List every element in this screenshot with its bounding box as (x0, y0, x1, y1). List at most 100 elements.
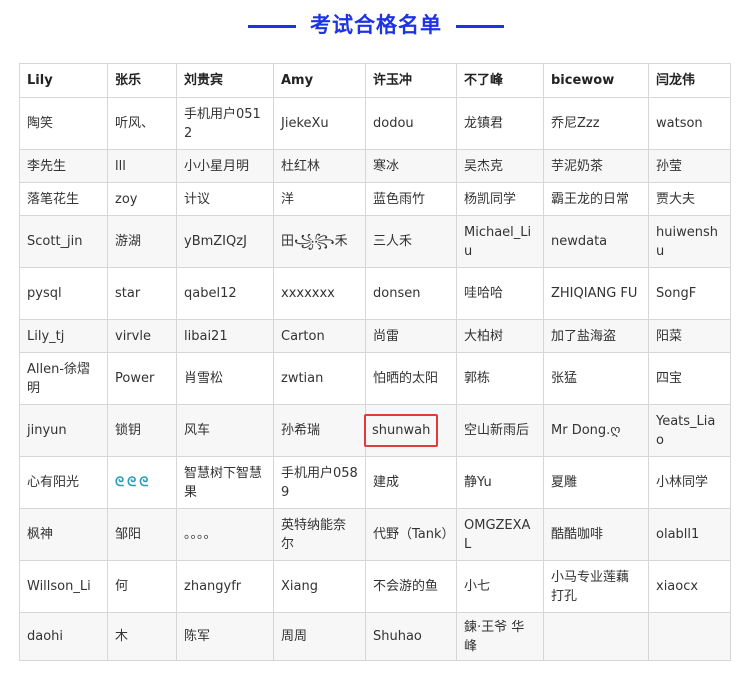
table-cell: 酷酷咖啡 (543, 508, 649, 561)
table-cell (648, 612, 731, 661)
table-cell: 游湖 (107, 215, 177, 268)
table-row: 枫神 邹阳 。。。。 英特纳能奈尔 代野（Tank） OMGZEXAL 酷酷咖啡… (19, 508, 731, 561)
table-cell: lll (107, 149, 177, 183)
table-cell: 怕晒的太阳 (365, 352, 457, 405)
table-cell: zhangyfr (176, 560, 274, 613)
table-cell: 陈军 (176, 612, 274, 661)
table-cell: 不会游的鱼 (365, 560, 457, 613)
table-cell: dodou (365, 97, 457, 150)
table-cell: 小马专业莲藕打孔 (543, 560, 649, 613)
table-cell: 代野（Tank） (365, 508, 457, 561)
table-cell: 芋泥奶茶 (543, 149, 649, 183)
table-cell: Power (107, 352, 177, 405)
table-cell: huiwenshu (648, 215, 731, 268)
table-cell: jinyun (19, 404, 108, 457)
table-cell: 邹阳 (107, 508, 177, 561)
table-cell: Lily_tj (19, 319, 108, 353)
table-cell: 田꧁꧂禾 (273, 215, 366, 268)
table-cell: Mr Dong.ღ (543, 404, 649, 457)
table-cell: 英特纳能奈尔 (273, 508, 366, 561)
table-cell: 心有阳光 (19, 456, 108, 509)
table-cell: xiaocx (648, 560, 731, 613)
table-row: 李先生 lll 小小星月明 杜红林 寒冰 吴杰克 芋泥奶茶 孙莹 (19, 149, 731, 183)
header-cell: 不了峰 (456, 63, 544, 98)
table-row: Lily_tj virvle libai21 Carton 尚雷 大柏树 加了盐… (19, 319, 731, 353)
table-cell: 龙镇君 (456, 97, 544, 150)
title-left-rule (247, 24, 296, 28)
page-title: 考试合格名单 (0, 9, 752, 39)
table-cell: SongF (648, 267, 731, 320)
header-cell: bicewow (543, 63, 649, 98)
table-cell: 锁钥 (107, 404, 177, 457)
table-cell: 大柏树 (456, 319, 544, 353)
header-cell: Lily (19, 63, 108, 98)
table-cell: Carton (273, 319, 366, 353)
table-cell: Yeats_Liao (648, 404, 731, 457)
header-row: Lily 张乐 刘贵宾 Amy 许玉冲 不了峰 bicewow 闫龙伟 (19, 63, 731, 98)
emoji-cell: ᘓᘓᘓ (107, 456, 177, 509)
table-cell: JiekeXu (273, 97, 366, 150)
table-cell: 小林同学 (648, 456, 731, 509)
table-cell (543, 612, 649, 661)
table-row: pysql star qabel12 xxxxxxx donsen 哇哈哈 ZH… (19, 267, 731, 320)
table-cell: 小七 (456, 560, 544, 613)
table-cell: 蓝色雨竹 (365, 182, 457, 216)
title-right-rule (456, 24, 505, 28)
table-cell: 夏雕 (543, 456, 649, 509)
table-cell: 落笔花生 (19, 182, 108, 216)
table-row: 落笔花生 zoy 计议 洋 蓝色雨竹 杨凯同学 霸王龙的日常 贾大夫 (19, 182, 731, 216)
table-cell: 孙莹 (648, 149, 731, 183)
table-cell: 郭栋 (456, 352, 544, 405)
table-cell: star (107, 267, 177, 320)
table-cell: yBmZIQzJ (176, 215, 274, 268)
table-cell: 听风、 (107, 97, 177, 150)
table-cell: Michael_Liu (456, 215, 544, 268)
table-cell: xxxxxxx (273, 267, 366, 320)
table-cell: 霸王龙的日常 (543, 182, 649, 216)
table-cell: Shuhao (365, 612, 457, 661)
table-cell: daohi (19, 612, 108, 661)
table-row: jinyun 锁钥 风车 孙希瑞 shunwah 空山新雨后 Mr Dong.ღ… (19, 404, 731, 457)
table-cell: 建成 (365, 456, 457, 509)
table-cell: 手机用户0589 (273, 456, 366, 509)
table-row: Scott_jin 游湖 yBmZIQzJ 田꧁꧂禾 三人禾 Michael_L… (19, 215, 731, 268)
header-cell: 刘贵宾 (176, 63, 274, 98)
table-cell: 哇哈哈 (456, 267, 544, 320)
highlighted-cell: shunwah (364, 404, 457, 457)
table-cell: Willson_Li (19, 560, 108, 613)
table-cell: 杨凯同学 (456, 182, 544, 216)
table-row: Allen-徐熠明 Power 肖雪松 zwtian 怕晒的太阳 郭栋 张猛 四… (19, 352, 731, 405)
table-row: 陶笑 听风、 手机用户0512 JiekeXu dodou 龙镇君 乔尼Zzz … (19, 97, 731, 150)
table-cell: 寒冰 (365, 149, 457, 183)
table-cell: 计议 (176, 182, 274, 216)
pass-list-table: Lily 张乐 刘贵宾 Amy 许玉冲 不了峰 bicewow 闫龙伟 陶笑 听… (19, 63, 731, 661)
table-cell: 阳菜 (648, 319, 731, 353)
table-cell: ZHIQIANG FU (543, 267, 649, 320)
table-cell: 小小星月明 (176, 149, 274, 183)
table-cell: 鍊·王爷 华峰 (456, 612, 544, 661)
table-cell: 陶笑 (19, 97, 108, 150)
table-cell: pysql (19, 267, 108, 320)
table-cell: 四宝 (648, 352, 731, 405)
table-cell: zoy (107, 182, 177, 216)
table-cell: qabel12 (176, 267, 274, 320)
table-cell: donsen (365, 267, 457, 320)
table-cell: watson (648, 97, 731, 150)
table-cell: olabll1 (648, 508, 731, 561)
table-cell: zwtian (273, 352, 366, 405)
table-cell: 李先生 (19, 149, 108, 183)
table-cell: Allen-徐熠明 (19, 352, 108, 405)
table-cell: 枫神 (19, 508, 108, 561)
table-cell: newdata (543, 215, 649, 268)
table-cell: 吴杰克 (456, 149, 544, 183)
header-cell: Amy (273, 63, 366, 98)
table-cell: 杜红林 (273, 149, 366, 183)
table-cell: 三人禾 (365, 215, 457, 268)
table-cell: 静Yu (456, 456, 544, 509)
table-row: Willson_Li 何 zhangyfr Xiang 不会游的鱼 小七 小马专… (19, 560, 731, 613)
table-row: daohi 木 陈军 周周 Shuhao 鍊·王爷 华峰 (19, 612, 731, 661)
table-cell: 周周 (273, 612, 366, 661)
table-cell: 肖雪松 (176, 352, 274, 405)
table-cell: 张猛 (543, 352, 649, 405)
table-cell: 空山新雨后 (456, 404, 544, 457)
